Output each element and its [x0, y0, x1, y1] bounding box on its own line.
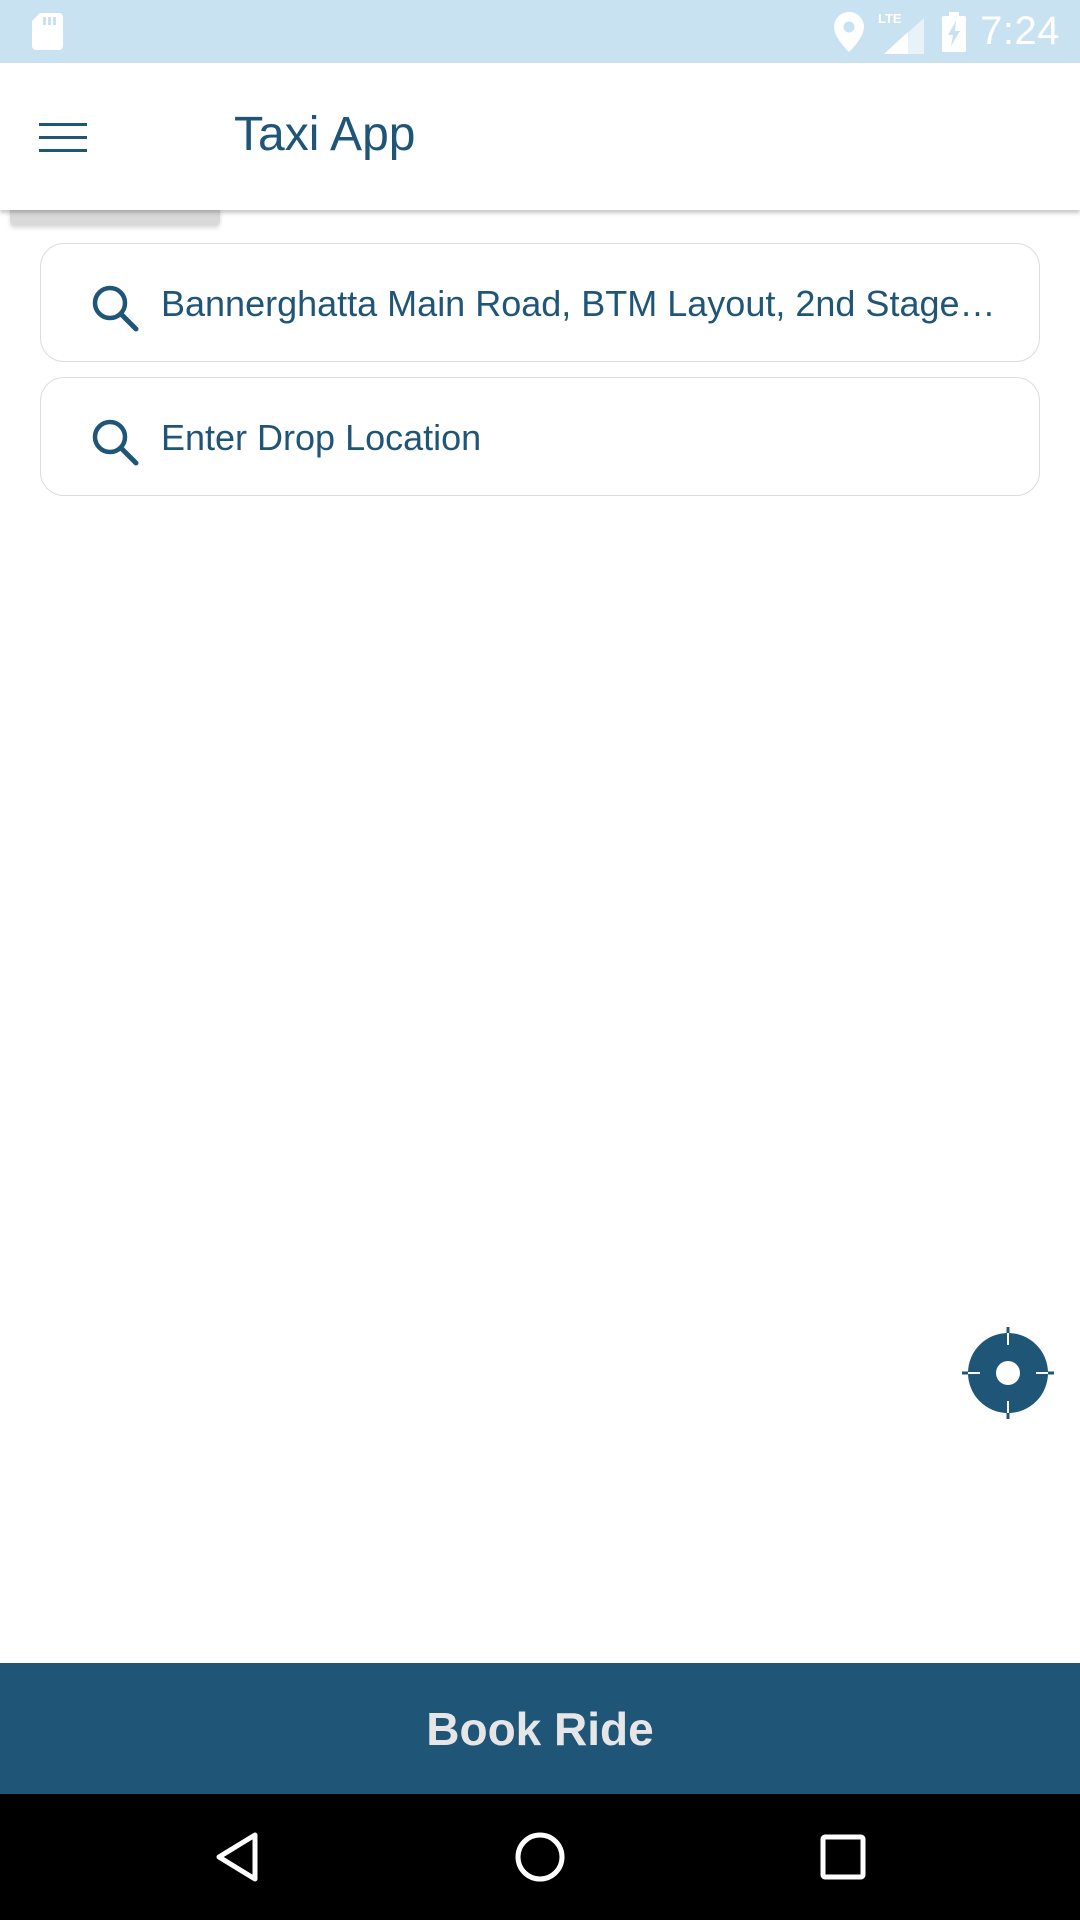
location-pin-icon [834, 11, 865, 52]
status-bar: LTE 7:24 [0, 0, 1080, 63]
status-time: 7:24 [980, 9, 1060, 53]
home-circle-icon[interactable] [510, 1827, 570, 1887]
pickup-location-text: Bannerghatta Main Road, BTM Layout, 2nd … [161, 283, 999, 324]
pickup-location-field[interactable]: Bannerghatta Main Road, BTM Layout, 2nd … [40, 243, 1040, 362]
battery-charging-icon [942, 11, 967, 52]
my-location-button[interactable] [960, 1325, 1056, 1421]
drop-location-placeholder: Enter Drop Location [161, 417, 482, 458]
hamburger-menu-icon [39, 123, 87, 152]
drop-location-field[interactable]: Enter Drop Location [40, 377, 1040, 496]
recents-square-icon[interactable] [813, 1827, 873, 1887]
search-icon [92, 419, 139, 466]
svg-text:LTE: LTE [878, 11, 902, 26]
signal-lte-icon: LTE [878, 11, 925, 54]
my-location-icon [962, 1327, 1054, 1419]
app-bar: Taxi App [0, 63, 1080, 210]
book-ride-label: Book Ride [426, 1702, 654, 1755]
app-title: Taxi App [234, 108, 416, 161]
back-triangle-icon[interactable] [207, 1827, 267, 1887]
menu-button[interactable] [30, 108, 96, 168]
book-ride-button[interactable]: Book Ride [0, 1663, 1080, 1794]
system-navigation-bar [0, 1794, 1080, 1920]
sd-card-icon [32, 13, 63, 50]
search-icon [92, 285, 139, 332]
